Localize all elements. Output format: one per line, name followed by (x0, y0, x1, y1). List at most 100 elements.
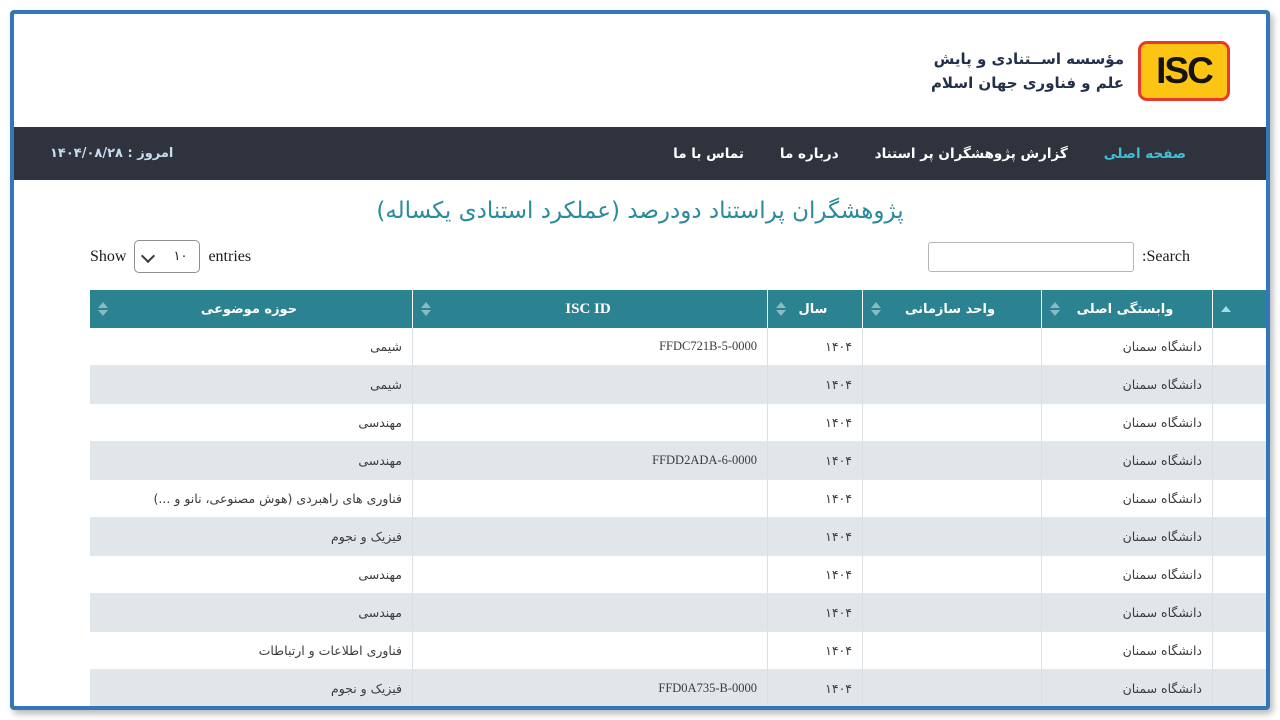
column-label: حوزه موضوعی (201, 302, 297, 317)
table-row: حامد یونسی کرد خیلیدانشگاه سمنان۱۴۰۴شیمی (90, 366, 1270, 404)
isc-logo[interactable]: ISC (1138, 41, 1230, 101)
year-cell: ۱۴۰۴ (768, 594, 863, 632)
site-header: مؤسسه اســتنادی و پایش علم و فناوری جهان… (14, 14, 1266, 127)
subject-cell: فناوری های راهبردی (هوش مصنوعی، نانو و .… (90, 480, 413, 518)
table-body: احمد حسینی بنده قراییدانشگاه سمنان۱۴۰۴FF… (90, 328, 1270, 708)
sort-both-icon (776, 302, 786, 316)
column-label: سال (799, 302, 828, 317)
org-name: مؤسسه اســتنادی و پایش علم و فناوری جهان… (931, 47, 1124, 95)
subject-cell: شیمی (90, 366, 413, 404)
year-cell: ۱۴۰۴ (768, 404, 863, 442)
search-label: Search: (1142, 248, 1190, 266)
year-cell: ۱۴۰۴ (768, 670, 863, 708)
name-cell: احمد حسینی بنده قرایی (1213, 328, 1271, 366)
name-cell: سعید فرزین (1213, 556, 1271, 594)
isc-id-cell (413, 366, 768, 404)
year-cell: ۱۴۰۴ (768, 480, 863, 518)
column-label: واحد سازمانی (905, 302, 995, 317)
name-cell: ساناز علمداری (1213, 480, 1271, 518)
column-header[interactable]: ISC ID (413, 290, 768, 328)
sort-both-icon (1050, 302, 1060, 316)
table-row: شیوا خانیدانشگاه سمنان۱۴۰۴FFD0A735-B-000… (90, 670, 1270, 708)
sort-both-icon (421, 302, 431, 316)
column-label: وابستگی اصلی (1077, 302, 1174, 317)
nav-item[interactable]: تماس با ما (673, 146, 744, 162)
unit-cell (863, 594, 1042, 632)
affiliation-cell: دانشگاه سمنان (1042, 442, 1213, 480)
name-cell: سینا کیانی (1213, 632, 1271, 670)
subject-cell: مهندسی (90, 556, 413, 594)
year-cell: ۱۴۰۴ (768, 328, 863, 366)
table-header-row: نام وابستگی اصلی واحد سازمانی سال ISC ID حوزه… (90, 290, 1270, 328)
table-row: سیف الله سعدالدیندانشگاه سمنان۱۴۰۴مهندسی (90, 594, 1270, 632)
subject-cell: فیزیک و نجوم (90, 518, 413, 556)
table-row: ساناز علمداریدانشگاه سمنان۱۴۰۴فناوری های… (90, 480, 1270, 518)
unit-cell (863, 670, 1042, 708)
affiliation-cell: دانشگاه سمنان (1042, 328, 1213, 366)
nav-item[interactable]: گزارش پژوهشگران پر استناد (875, 146, 1068, 162)
subject-cell: مهندسی (90, 594, 413, 632)
isc-id-cell (413, 480, 768, 518)
main-nav: امروز : ۱۴۰۴/۰۸/۲۸ صفحه اصلی گزارش پژوهشگ… (14, 127, 1266, 180)
column-label: ISC ID (565, 301, 610, 317)
affiliation-cell: دانشگاه سمنان (1042, 366, 1213, 404)
isc-id-cell: FFDC721B-5-0000 (413, 328, 768, 366)
table-row: سعید حدادیدانشگاه سمنان ۱۴۰۴ فیزیک و نجوم (90, 518, 1270, 556)
unit-cell (863, 480, 1042, 518)
name-cell: حامد یونسی کرد خیلی (1213, 366, 1271, 404)
unit-cell (863, 442, 1042, 480)
affiliation-cell: دانشگاه سمنان (1042, 632, 1213, 670)
subject-cell: مهندسی (90, 404, 413, 442)
entries-label: entries (208, 248, 251, 266)
year-cell: ۱۴۰۴ (768, 442, 863, 480)
subject-cell: مهندسی (90, 442, 413, 480)
page-frame: مؤسسه اســتنادی و پایش علم و فناوری جهان… (10, 10, 1270, 710)
year-cell: ۱۴۰۴ (768, 632, 863, 670)
table-row: سعید فرزیندانشگاه سمنان ۱۴۰۴ مهندسی (90, 556, 1270, 594)
page-length-select-wrap: ۱۰ (134, 240, 200, 273)
isc-id-cell (413, 518, 768, 556)
unit-cell (863, 404, 1042, 442)
table-controls: Show ۱۰ entries Search: (90, 240, 1190, 273)
subject-cell: شیمی (90, 328, 413, 366)
sort-both-icon (98, 302, 108, 316)
isc-id-cell (413, 556, 768, 594)
nav-item[interactable]: درباره ما (780, 146, 839, 162)
nav-item[interactable]: صفحه اصلی (1104, 146, 1186, 162)
year-cell: ۱۴۰۴ (768, 556, 863, 594)
year-cell: ۱۴۰۴ (768, 518, 863, 556)
isc-id-cell (413, 594, 768, 632)
page-length-control: Show ۱۰ entries (90, 240, 251, 273)
affiliation-cell: دانشگاه سمنان (1042, 594, 1213, 632)
subject-cell: فیزیک و نجوم (90, 670, 413, 708)
name-cell: سعید حدادی (1213, 518, 1271, 556)
table-row: حسین نادرپوردانشگاه سمنان ۱۴۰۴FFDD2ADA-6-… (90, 442, 1270, 480)
isc-logo-text: ISC (1156, 50, 1212, 92)
sort-ascending-icon (1221, 306, 1231, 312)
org-name-line2: علم و فناوری جهان اسلام (931, 71, 1124, 95)
org-name-line1: مؤسسه اســتنادی و پایش (931, 47, 1124, 71)
isc-id-cell: FFDD2ADA-6-0000 (413, 442, 768, 480)
search-input[interactable] (928, 242, 1134, 272)
name-cell: حجت کرمی (1213, 404, 1271, 442)
page-length-select[interactable]: ۱۰ (134, 240, 200, 273)
column-header[interactable]: نام (1213, 290, 1271, 328)
isc-id-cell (413, 632, 768, 670)
unit-cell (863, 632, 1042, 670)
affiliation-cell: دانشگاه سمنان (1042, 518, 1213, 556)
column-header[interactable]: وابستگی اصلی (1042, 290, 1213, 328)
column-header[interactable]: واحد سازمانی (863, 290, 1042, 328)
unit-cell (863, 366, 1042, 404)
table-row: حجت کرمیدانشگاه سمنان ۱۴۰۴ مهندسی (90, 404, 1270, 442)
show-label: Show (90, 248, 126, 266)
affiliation-cell: دانشگاه سمنان (1042, 556, 1213, 594)
subject-cell: فناوری اطلاعات و ارتباطات (90, 632, 413, 670)
name-cell: حسین نادرپور (1213, 442, 1271, 480)
sort-both-icon (871, 302, 881, 316)
unit-cell (863, 328, 1042, 366)
today-date: امروز : ۱۴۰۴/۰۸/۲۸ (50, 146, 173, 161)
affiliation-cell: دانشگاه سمنان (1042, 404, 1213, 442)
column-header[interactable]: حوزه موضوعی (90, 290, 413, 328)
column-header[interactable]: سال (768, 290, 863, 328)
search-control: Search: (928, 242, 1190, 272)
